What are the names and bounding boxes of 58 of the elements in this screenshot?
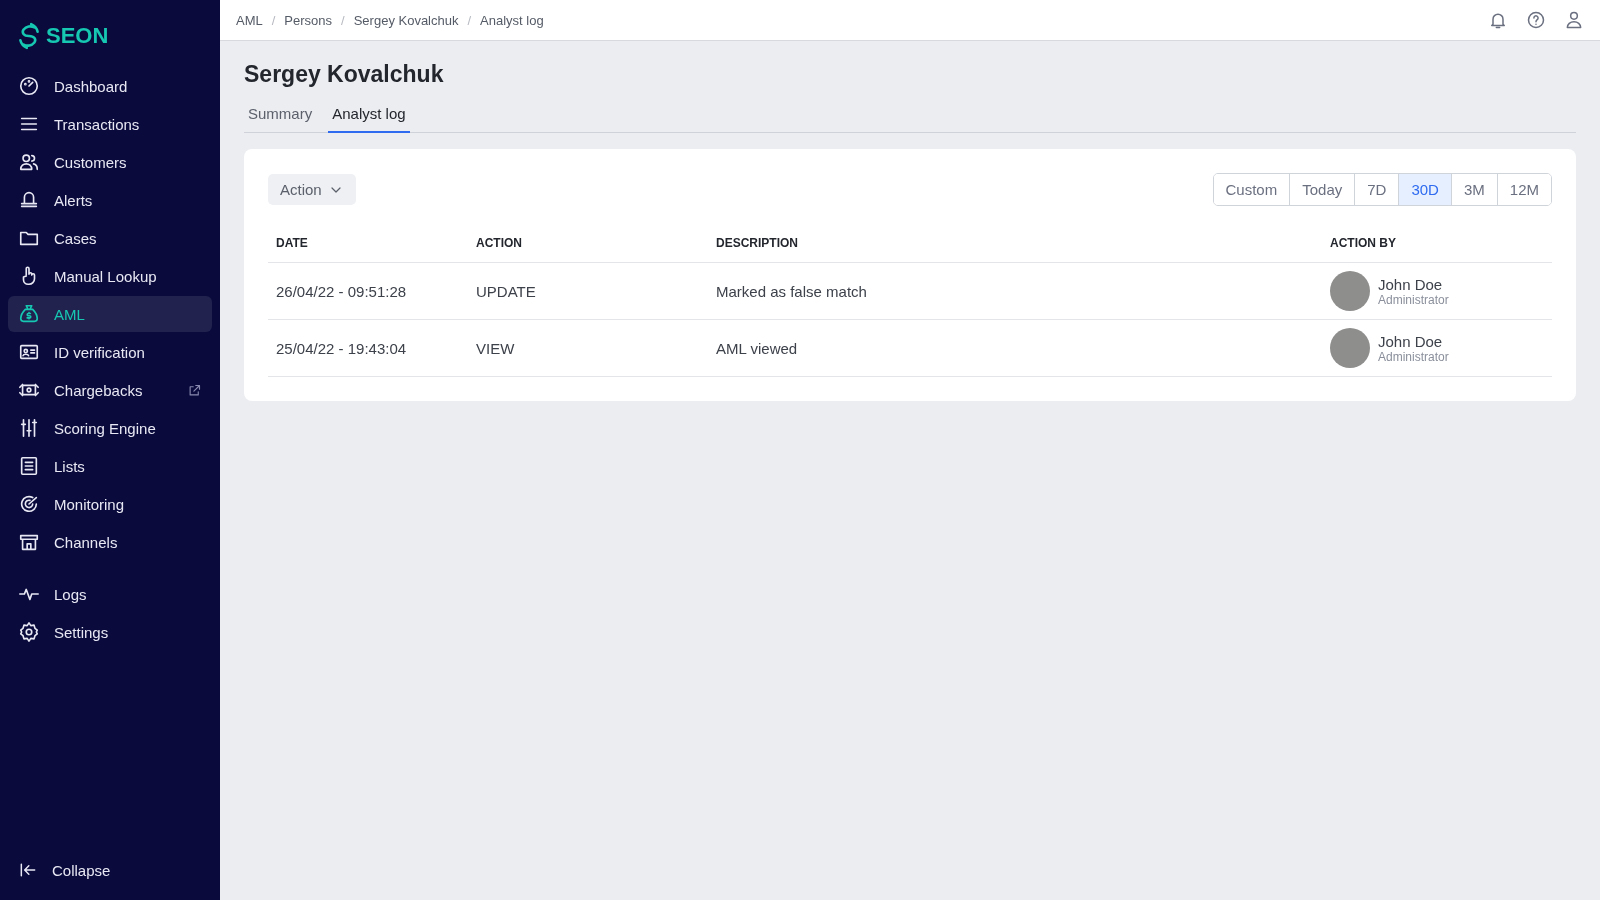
collapse-button[interactable]: Collapse — [8, 852, 212, 888]
range-button[interactable]: 30D — [1398, 174, 1451, 205]
settings-icon — [18, 621, 40, 643]
breadcrumb-link[interactable]: Persons — [284, 12, 333, 28]
breadcrumb-separator: / — [467, 12, 472, 28]
nav-item[interactable]: Alerts — [8, 182, 212, 218]
date-cell: 25/04/22 - 19:43:04 — [268, 320, 468, 377]
breadcrumb-link[interactable]: Sergey Kovalchuk — [353, 12, 459, 28]
nav-item[interactable]: Logs — [8, 576, 212, 612]
breadcrumb-separator: / — [341, 12, 345, 28]
user-role: Administrator — [1378, 349, 1449, 364]
column-header: DESCRIPTION — [708, 226, 1322, 263]
action-filter-dropdown[interactable]: Action — [268, 174, 356, 205]
breadcrumb-link[interactable]: AML — [236, 12, 263, 28]
description-cell: AML viewed — [708, 320, 1322, 377]
user-role: Administrator — [1378, 292, 1449, 307]
nav-item[interactable]: Manual Lookup — [8, 258, 212, 294]
nav-item[interactable]: Scoring Engine — [8, 410, 212, 446]
external-link-icon — [187, 382, 202, 398]
description-cell: Marked as false match — [708, 263, 1322, 320]
page-title: Sergey Kovalchuk — [244, 61, 445, 88]
breadcrumb-separator: / — [271, 12, 276, 28]
nav-item[interactable]: Transactions — [8, 106, 212, 142]
people-icon — [18, 151, 40, 173]
date-cell: 26/04/22 - 09:51:28 — [268, 263, 468, 320]
nav-item[interactable]: Customers — [8, 144, 212, 180]
user-name: John Doe — [1378, 275, 1444, 293]
nav-item[interactable]: Cases — [8, 220, 212, 256]
nav-item[interactable]: Dashboard — [8, 68, 212, 104]
nav-item[interactable]: Monitoring — [8, 486, 212, 522]
nav-item[interactable]: Channels — [8, 524, 212, 560]
action-cell: VIEW — [468, 320, 708, 377]
nav-item[interactable]: Lists — [8, 448, 212, 484]
brand-name: SEON — [46, 23, 109, 49]
user-name: John Doe — [1378, 332, 1444, 350]
logo-icon — [16, 22, 42, 50]
column-header: ACTION — [468, 226, 708, 263]
nav-item[interactable]: AML — [8, 296, 212, 332]
nav-item[interactable]: Settings — [8, 614, 212, 650]
help-icon[interactable] — [1526, 10, 1546, 30]
collapse-arrow-icon — [18, 860, 38, 880]
list-icon — [18, 455, 40, 477]
action-cell: UPDATE — [468, 263, 708, 320]
target-icon — [18, 493, 40, 515]
nav-item[interactable]: Chargebacks — [8, 372, 212, 408]
range-button[interactable]: 12M — [1496, 174, 1551, 205]
avatar — [1330, 271, 1370, 311]
user-icon[interactable] — [1564, 10, 1584, 30]
gauge-icon — [18, 75, 40, 97]
column-header: ACTION BY — [1322, 226, 1552, 263]
sliders-icon — [18, 417, 40, 439]
nav-item[interactable]: ID verification — [8, 334, 212, 370]
tab[interactable]: Analyst log — [328, 100, 410, 133]
tab[interactable]: Summary — [244, 100, 317, 133]
breadcrumb-link[interactable]: Analyst log — [480, 12, 544, 28]
money-bag-icon — [18, 303, 40, 325]
avatar — [1330, 328, 1370, 368]
column-header: DATE — [268, 226, 468, 263]
